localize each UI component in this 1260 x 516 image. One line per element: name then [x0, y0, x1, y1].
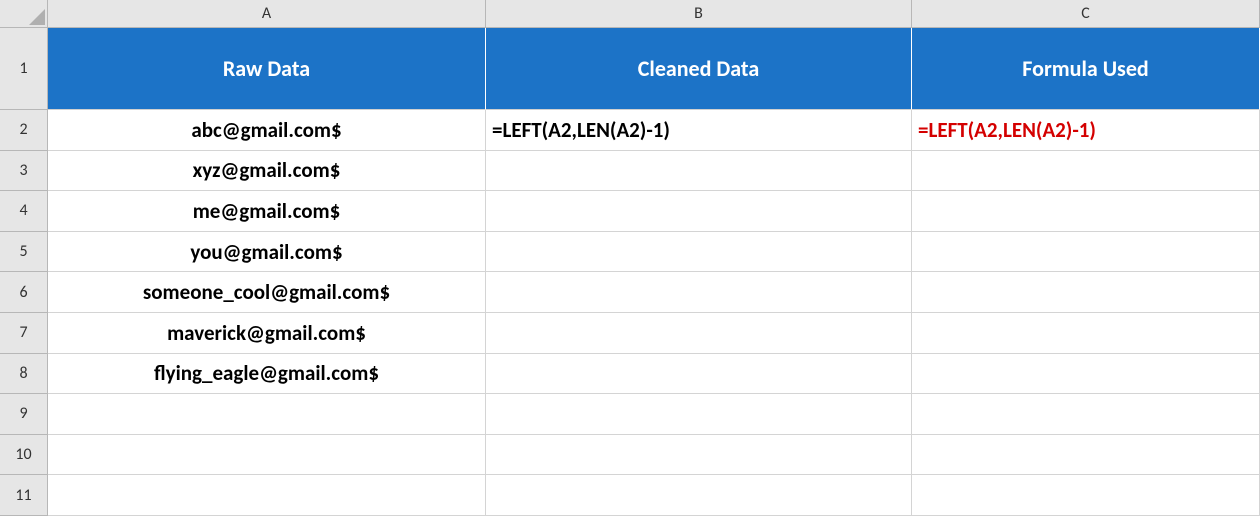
- cell-B5[interactable]: [486, 232, 912, 273]
- cell-C6[interactable]: [912, 272, 1260, 313]
- cell-B8[interactable]: [486, 354, 912, 395]
- cell-C8[interactable]: [912, 354, 1260, 395]
- cell-C3[interactable]: [912, 151, 1260, 192]
- cell-B4[interactable]: [486, 191, 912, 232]
- cell-A11[interactable]: [48, 475, 486, 516]
- cell-B6[interactable]: [486, 272, 912, 313]
- header-cell-B1[interactable]: Cleaned Data: [486, 28, 912, 110]
- cell-C10[interactable]: [912, 435, 1260, 476]
- cell-C7[interactable]: [912, 313, 1260, 354]
- cell-A9[interactable]: [48, 394, 486, 435]
- select-all-corner[interactable]: [0, 0, 48, 28]
- row-header-8[interactable]: 8: [0, 354, 48, 395]
- row-header-5[interactable]: 5: [0, 232, 48, 273]
- cell-B10[interactable]: [486, 435, 912, 476]
- cell-B11[interactable]: [486, 475, 912, 516]
- cell-C5[interactable]: [912, 232, 1260, 273]
- column-header-B[interactable]: B: [486, 0, 912, 28]
- row-header-10[interactable]: 10: [0, 435, 48, 476]
- cell-A10[interactable]: [48, 435, 486, 476]
- row-header-1[interactable]: 1: [0, 28, 48, 110]
- select-all-triangle-icon: [29, 9, 45, 25]
- cell-B3[interactable]: [486, 151, 912, 192]
- cell-C11[interactable]: [912, 475, 1260, 516]
- cell-B9[interactable]: [486, 394, 912, 435]
- spreadsheet-grid: A B C 1 Raw Data Cleaned Data Formula Us…: [0, 0, 1260, 516]
- row-header-7[interactable]: 7: [0, 313, 48, 354]
- cell-A2[interactable]: abc@gmail.com$: [48, 110, 486, 151]
- row-header-6[interactable]: 6: [0, 272, 48, 313]
- cell-A8[interactable]: flying_eagle@gmail.com$: [48, 354, 486, 395]
- row-header-4[interactable]: 4: [0, 191, 48, 232]
- cell-A5[interactable]: you@gmail.com$: [48, 232, 486, 273]
- cell-A7[interactable]: maverick@gmail.com$: [48, 313, 486, 354]
- row-header-2[interactable]: 2: [0, 110, 48, 151]
- column-header-A[interactable]: A: [48, 0, 486, 28]
- cell-A3[interactable]: xyz@gmail.com$: [48, 151, 486, 192]
- cell-A6[interactable]: someone_cool@gmail.com$: [48, 272, 486, 313]
- header-cell-C1[interactable]: Formula Used: [912, 28, 1260, 110]
- row-header-3[interactable]: 3: [0, 151, 48, 192]
- row-header-9[interactable]: 9: [0, 394, 48, 435]
- header-cell-A1[interactable]: Raw Data: [48, 28, 486, 110]
- cell-B7[interactable]: [486, 313, 912, 354]
- cell-A4[interactable]: me@gmail.com$: [48, 191, 486, 232]
- cell-B2[interactable]: =LEFT(A2,LEN(A2)-1): [486, 110, 912, 151]
- row-header-11[interactable]: 11: [0, 475, 48, 516]
- column-header-C[interactable]: C: [912, 0, 1260, 28]
- cell-C4[interactable]: [912, 191, 1260, 232]
- cell-C2[interactable]: =LEFT(A2,LEN(A2)-1): [912, 110, 1260, 151]
- cell-C9[interactable]: [912, 394, 1260, 435]
